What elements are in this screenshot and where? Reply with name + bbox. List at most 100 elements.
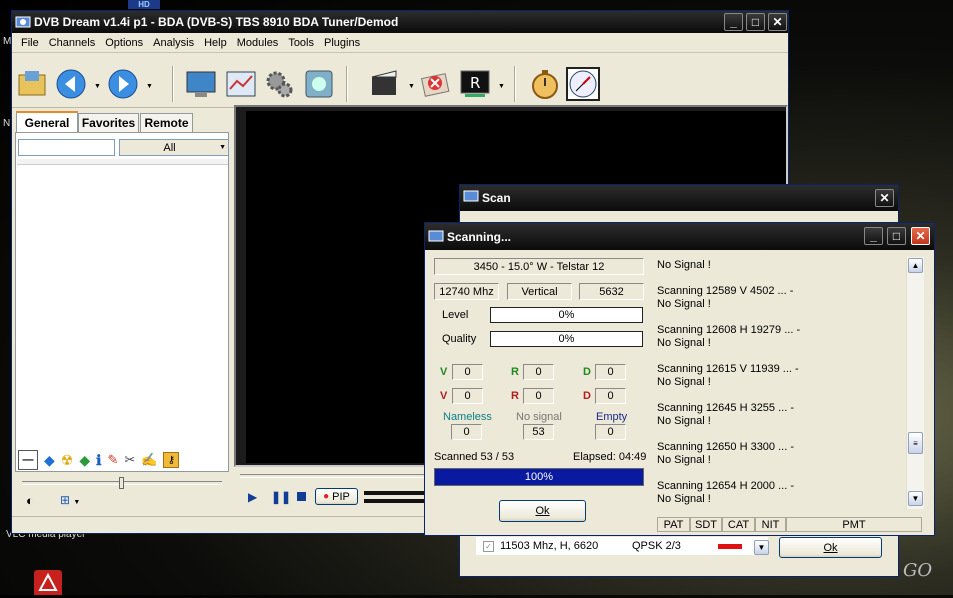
chevron-down-icon: ▼ xyxy=(219,144,226,151)
pause-button[interactable]: ❚❚ xyxy=(271,490,291,504)
count-value-d2: 0 xyxy=(595,388,626,404)
scan-row-color-swatch xyxy=(718,543,742,549)
nameless-value: 0 xyxy=(451,424,482,440)
menubar: File Channels Options Analysis Help Modu… xyxy=(12,34,788,53)
close-button[interactable]: ✕ xyxy=(768,13,787,31)
polarization-field: Vertical xyxy=(507,283,572,300)
menu-help[interactable]: Help xyxy=(199,37,232,49)
channel-filter-select[interactable]: All ▼ xyxy=(119,139,229,156)
scan-row-dropdown-button[interactable]: ▼ xyxy=(754,540,769,555)
speaker-icon[interactable]: ◐ xyxy=(26,493,34,508)
table-tab-nit[interactable]: NIT xyxy=(755,517,786,532)
scroll-down-button[interactable]: ▼ xyxy=(908,491,923,506)
scan-log-line: Scanning 12589 V 4502 ... - xyxy=(657,285,794,297)
menu-tools[interactable]: Tools xyxy=(283,37,319,49)
blue-diamond-icon[interactable]: ◆ xyxy=(44,452,55,469)
scanning-titlebar[interactable]: Scanning... _ □ ✕ xyxy=(425,223,934,250)
symbol-rate-field: 5632 xyxy=(579,283,644,300)
dish-icon[interactable] xyxy=(302,67,336,101)
main-titlebar[interactable]: DVB Dream v1.4i p1 - BDA (DVB-S) TBS 891… xyxy=(12,11,788,33)
channel-list[interactable] xyxy=(17,166,228,466)
scanning-maximize-button[interactable]: □ xyxy=(887,227,906,245)
forward-icon[interactable] xyxy=(106,67,140,101)
scan-ok-button[interactable]: Ok xyxy=(779,537,882,558)
scanning-ok-button[interactable]: Ok xyxy=(499,500,586,522)
seek-slider[interactable] xyxy=(240,474,440,478)
open-icon[interactable] xyxy=(16,67,50,101)
count-value-d1: 0 xyxy=(595,364,626,380)
tab-remote[interactable]: Remote xyxy=(140,113,193,132)
stop-icon[interactable] xyxy=(418,67,452,101)
pip-button[interactable]: ● PIP xyxy=(315,488,358,505)
scan-log-line: Scanning 12654 H 2000 ... - xyxy=(657,480,794,492)
back-dropdown-icon[interactable]: ▼ xyxy=(94,83,101,90)
scanning-minimize-button[interactable]: _ xyxy=(864,227,883,245)
epg-icon[interactable] xyxy=(224,67,258,101)
tab-general[interactable]: General xyxy=(16,111,78,133)
minimize-button[interactable]: _ xyxy=(724,13,743,31)
scan-close-button[interactable]: ✕ xyxy=(875,189,894,207)
remove-icon[interactable]: — xyxy=(18,450,38,470)
scroll-up-button[interactable]: ▲ xyxy=(908,258,923,273)
monitor-icon[interactable] xyxy=(184,67,218,101)
pdf-shortcut-icon[interactable] xyxy=(34,570,62,595)
tools-icon[interactable]: ✂ xyxy=(124,452,135,468)
tab-remote-label: Remote xyxy=(144,116,189,130)
scan-window-title: Scan xyxy=(482,191,511,205)
layout-icon[interactable]: ⊞ ▼ xyxy=(60,493,80,507)
settings-icon[interactable] xyxy=(262,67,296,101)
hd-badge-text: HD xyxy=(138,0,150,9)
forward-dropdown-icon[interactable]: ▼ xyxy=(146,83,153,90)
table-tab-pmt[interactable]: PMT xyxy=(786,517,922,532)
desktop-hd-badge[interactable]: HD xyxy=(128,0,160,9)
count-value-r2: 0 xyxy=(523,388,554,404)
scan-row-mod: QPSK 2/3 xyxy=(632,540,681,552)
empty-value: 0 xyxy=(595,424,626,440)
teletext-icon[interactable]: R xyxy=(458,67,492,101)
menu-channels[interactable]: Channels xyxy=(44,37,100,49)
table-tab-sdt[interactable]: SDT xyxy=(690,517,722,532)
edit-icon[interactable]: ✍ xyxy=(141,452,157,468)
info-icon[interactable]: ℹ xyxy=(96,452,101,469)
scan-row-checkbox[interactable]: ✓ xyxy=(483,540,494,552)
clock-icon[interactable] xyxy=(566,67,600,101)
maximize-button[interactable]: □ xyxy=(746,13,765,31)
level-bar: 0% xyxy=(490,307,643,323)
scan-log-line: No Signal ! xyxy=(657,454,711,466)
table-tab-cat[interactable]: CAT xyxy=(722,517,755,532)
menu-analysis[interactable]: Analysis xyxy=(148,37,199,49)
scanning-close-button[interactable]: ✕ xyxy=(911,227,930,245)
scan-log-line: No Signal ! xyxy=(657,493,711,505)
record-dropdown-icon[interactable]: ▼ xyxy=(408,83,415,90)
menu-plugins[interactable]: Plugins xyxy=(319,37,365,49)
scanning-dialog: Scanning... _ □ ✕ 3450 - 15.0° W - Telst… xyxy=(424,222,935,536)
key-icon[interactable]: ⚷ xyxy=(163,452,180,468)
timer-icon[interactable] xyxy=(528,67,562,101)
record-icon[interactable] xyxy=(368,67,402,101)
menu-modules[interactable]: Modules xyxy=(232,37,284,49)
channel-search-input[interactable] xyxy=(18,139,115,156)
volume-slider-thumb[interactable] xyxy=(119,477,124,489)
tab-favorites[interactable]: Favorites xyxy=(78,113,139,132)
tag-icon[interactable]: ✎ xyxy=(107,452,118,468)
scan-titlebar[interactable]: Scan ✕ xyxy=(460,185,898,211)
scan-result-row[interactable]: ✓ 11503 Mhz, H, 6620 QPSK 2/3 xyxy=(476,537,768,555)
menu-options[interactable]: Options xyxy=(100,37,148,49)
empty-label: Empty xyxy=(596,411,628,423)
green-diamond-icon[interactable]: ◆ xyxy=(79,452,90,469)
play-button[interactable]: ▶ xyxy=(248,490,257,504)
stop-button[interactable] xyxy=(297,492,306,501)
menu-file[interactable]: File xyxy=(16,37,44,49)
radiation-icon[interactable]: ☢ xyxy=(61,452,74,469)
teletext-dropdown-icon[interactable]: ▼ xyxy=(498,83,505,90)
scan-log-gap xyxy=(657,428,907,441)
back-icon[interactable] xyxy=(54,67,88,101)
scroll-thumb[interactable]: ≡ xyxy=(908,432,923,454)
desktop-letter-n: N xyxy=(3,118,11,129)
level-label: Level xyxy=(442,309,469,321)
svg-text:R: R xyxy=(470,74,480,92)
scan-log-scrollbar[interactable]: ▲ ≡ ▼ xyxy=(906,257,924,509)
table-tab-pat[interactable]: PAT xyxy=(657,517,690,532)
toolbar-separator xyxy=(514,66,516,102)
scan-app-icon xyxy=(463,188,479,204)
